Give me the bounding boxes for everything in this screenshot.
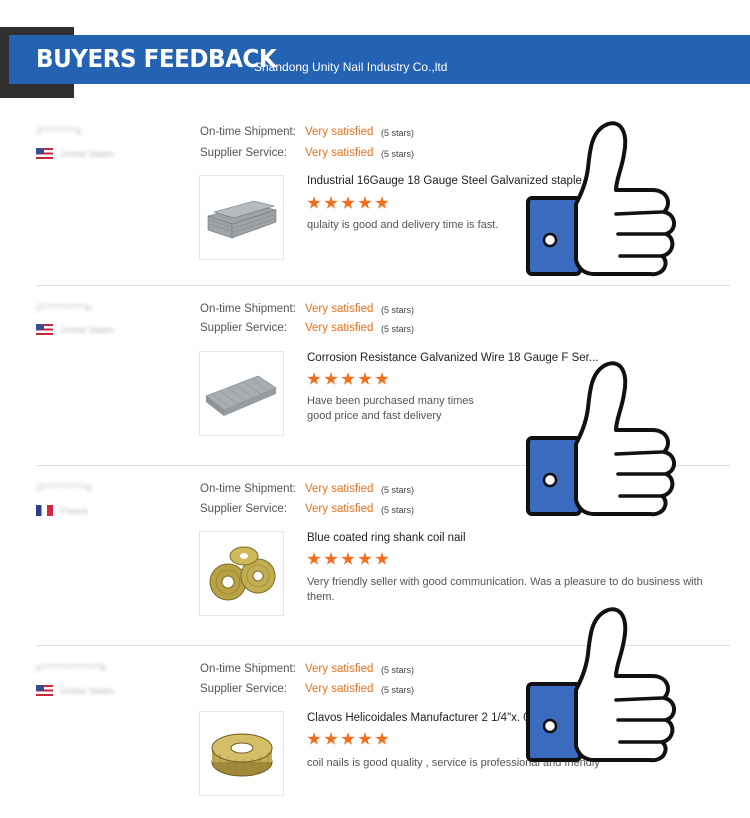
shipment-rating: Very satisfied xyxy=(305,126,374,138)
service-label: Supplier Service: xyxy=(200,322,287,334)
star-icon xyxy=(324,372,338,385)
thumbs-up-icon xyxy=(526,121,676,277)
us-flag-icon xyxy=(36,148,53,159)
star-icon xyxy=(307,732,321,745)
product-image[interactable] xyxy=(199,711,284,796)
rating-stars xyxy=(307,372,389,386)
service-rating: Very satisfied xyxy=(305,147,374,159)
star-icon xyxy=(375,732,389,745)
page-title: BUYERS FEEDBACK xyxy=(36,44,277,73)
buyer-name: s************k xyxy=(36,663,107,674)
brad-nails-icon xyxy=(205,375,277,416)
fr-flag-icon xyxy=(36,505,53,516)
product-title[interactable]: Blue coated ring shank coil nail xyxy=(307,532,466,544)
star-icon xyxy=(341,732,355,745)
buyer-name: J*********e xyxy=(36,303,93,314)
star-icon xyxy=(358,732,372,745)
star-icon xyxy=(375,372,389,385)
shipment-label: On-time Shipment: xyxy=(200,126,296,138)
star-icon xyxy=(358,196,372,209)
buyer-name: J*******s xyxy=(36,126,83,137)
shipment-rating: Very satisfied xyxy=(305,663,374,675)
service-label: Supplier Service: xyxy=(200,683,287,695)
star-icon xyxy=(324,552,338,565)
star-icon xyxy=(307,196,321,209)
service-stars: (5 stars) xyxy=(381,505,415,515)
buyer-name: J*********e xyxy=(36,483,93,494)
service-label: Supplier Service: xyxy=(200,503,287,515)
star-icon xyxy=(358,372,372,385)
shipment-stars: (5 stars) xyxy=(381,128,415,138)
shipment-stars: (5 stars) xyxy=(381,305,415,315)
us-flag-icon xyxy=(36,324,53,335)
us-flag-icon xyxy=(36,685,53,696)
shipment-label: On-time Shipment: xyxy=(200,663,296,675)
shipment-label: On-time Shipment: xyxy=(200,483,296,495)
service-stars: (5 stars) xyxy=(381,685,415,695)
star-icon xyxy=(375,552,389,565)
coil-nails-icon xyxy=(209,546,276,601)
company-name: Shandong Unity Nail Industry Co.,ltd xyxy=(254,60,448,74)
star-icon xyxy=(341,196,355,209)
shipment-rating: Very satisfied xyxy=(305,483,374,495)
star-icon xyxy=(324,196,338,209)
star-icon xyxy=(307,552,321,565)
thumbs-up-icon xyxy=(526,361,676,517)
buyer-country: United States xyxy=(60,149,115,159)
coil-nail-icon xyxy=(211,733,273,777)
thumbs-up-icon xyxy=(526,607,676,763)
product-image[interactable] xyxy=(199,351,284,436)
feedback-comment: Very friendly seller with good communica… xyxy=(307,576,703,603)
star-icon xyxy=(307,372,321,385)
shipment-label: On-time Shipment: xyxy=(200,303,296,315)
star-icon xyxy=(341,372,355,385)
rating-stars xyxy=(307,732,389,746)
service-rating: Very satisfied xyxy=(305,503,374,515)
rating-stars xyxy=(307,196,389,210)
service-rating: Very satisfied xyxy=(305,683,374,695)
shipment-stars: (5 stars) xyxy=(381,665,415,675)
service-rating: Very satisfied xyxy=(305,322,374,334)
star-icon xyxy=(358,552,372,565)
star-icon xyxy=(324,732,338,745)
rating-stars xyxy=(307,552,389,566)
buyer-country: United States xyxy=(60,325,115,335)
buyer-country: France xyxy=(60,506,89,516)
star-icon xyxy=(375,196,389,209)
product-image[interactable] xyxy=(199,531,284,616)
shipment-rating: Very satisfied xyxy=(305,303,374,315)
service-label: Supplier Service: xyxy=(200,147,287,159)
product-image[interactable] xyxy=(199,175,284,260)
star-icon xyxy=(341,552,355,565)
buyer-country: United States xyxy=(60,686,115,696)
shipment-stars: (5 stars) xyxy=(381,485,415,495)
service-stars: (5 stars) xyxy=(381,149,415,159)
divider xyxy=(36,285,730,286)
service-stars: (5 stars) xyxy=(381,324,415,334)
staples-icon xyxy=(206,200,278,239)
